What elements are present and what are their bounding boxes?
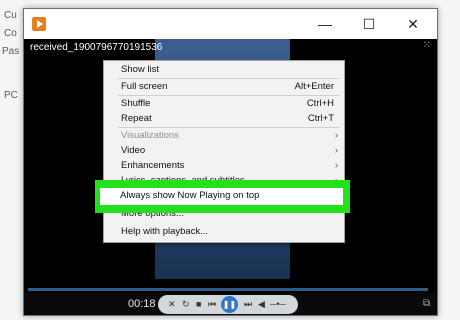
bg-item-copy: Co [4, 28, 17, 39]
control-pill: ✕ ↻ ■ ⏮ ❚❚ ⏭ ◀ ─•─ [158, 295, 298, 314]
repeat-icon[interactable]: ↻ [182, 299, 190, 310]
minimize-button[interactable]: — [303, 9, 347, 39]
playback-controls: 00:18 ✕ ↻ ■ ⏮ ❚❚ ⏭ ◀ ─•─ ⧉ [24, 293, 437, 315]
menu-item-video[interactable]: Video › [104, 144, 344, 158]
switch-to-library-icon[interactable]: ⁙ [423, 40, 431, 51]
stop-icon[interactable]: ■ [196, 299, 201, 310]
bg-item-pc: PC [4, 90, 18, 101]
chevron-right-icon: › [334, 160, 338, 171]
menu-item-help-with-playback[interactable]: Help with playback... [104, 225, 344, 239]
minimize-icon: — [318, 16, 332, 32]
context-menu: Show list Full screen Alt+Enter Shuffle … [103, 60, 345, 243]
chevron-right-icon: › [334, 130, 338, 141]
volume-slider[interactable]: ─•─ [270, 299, 286, 310]
media-player-icon [32, 17, 46, 31]
bg-item-paste: Pas [2, 46, 20, 57]
menu-item-full-screen[interactable]: Full screen Alt+Enter [104, 80, 344, 94]
menu-item-shuffle[interactable]: Shuffle Ctrl+H [104, 97, 344, 111]
shuffle-icon[interactable]: ✕ [168, 299, 176, 310]
shortcut-shuffle: Ctrl+H [306, 98, 334, 109]
menu-item-label: Always show Now Playing on top [120, 190, 260, 201]
maximize-icon: ☐ [362, 15, 376, 32]
switch-to-now-playing-icon[interactable]: ⧉ [423, 298, 430, 309]
previous-icon[interactable]: ⏮ [208, 299, 216, 310]
menu-item-enhancements[interactable]: Enhancements › [104, 159, 344, 173]
title-bar[interactable]: — ☐ ✕ [24, 9, 437, 39]
seek-bar[interactable] [28, 288, 428, 291]
menu-item-always-show-now-playing-on-top[interactable]: Always show Now Playing on top [100, 188, 343, 205]
next-icon[interactable]: ⏭ [244, 299, 252, 310]
pause-icon: ❚❚ [222, 300, 237, 309]
shortcut-full-screen: Alt+Enter [294, 81, 334, 92]
chevron-right-icon: › [334, 145, 338, 156]
now-playing-title: received_1900796770191536 [30, 42, 163, 53]
menu-separator [118, 78, 340, 79]
menu-separator [118, 95, 340, 96]
pause-button[interactable]: ❚❚ [221, 296, 238, 313]
shortcut-repeat: Ctrl+T [307, 113, 334, 124]
bg-item-cut: Cu [4, 10, 17, 21]
volume-icon[interactable]: ◀ [258, 299, 265, 310]
close-icon: ✕ [407, 15, 419, 32]
menu-item-visualizations[interactable]: Visualizations › [104, 129, 344, 143]
menu-item-repeat[interactable]: Repeat Ctrl+T [104, 112, 344, 126]
maximize-button[interactable]: ☐ [347, 9, 391, 39]
elapsed-time: 00:18 [128, 298, 156, 310]
close-button[interactable]: ✕ [391, 9, 435, 39]
highlight-box: Always show Now Playing on top [95, 180, 350, 213]
menu-item-show-list[interactable]: Show list [104, 63, 344, 77]
menu-separator [118, 127, 340, 128]
